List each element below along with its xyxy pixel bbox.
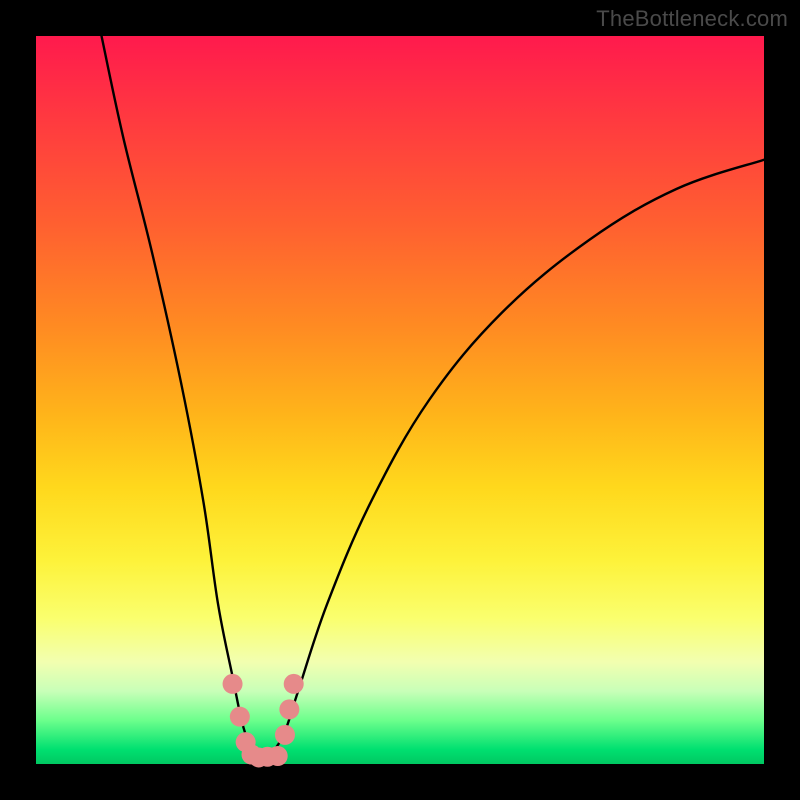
highlight-dot bbox=[268, 746, 288, 766]
plot-area bbox=[36, 36, 764, 764]
watermark-label: TheBottleneck.com bbox=[596, 6, 788, 32]
highlight-dot bbox=[223, 674, 243, 694]
highlight-dot bbox=[279, 699, 299, 719]
curve-layer bbox=[36, 36, 764, 764]
chart-frame: TheBottleneck.com bbox=[0, 0, 800, 800]
highlight-dot bbox=[230, 707, 250, 727]
bottleneck-curve bbox=[102, 36, 764, 759]
highlight-dot bbox=[275, 725, 295, 745]
highlight-dots bbox=[223, 674, 304, 768]
highlight-dot bbox=[284, 674, 304, 694]
